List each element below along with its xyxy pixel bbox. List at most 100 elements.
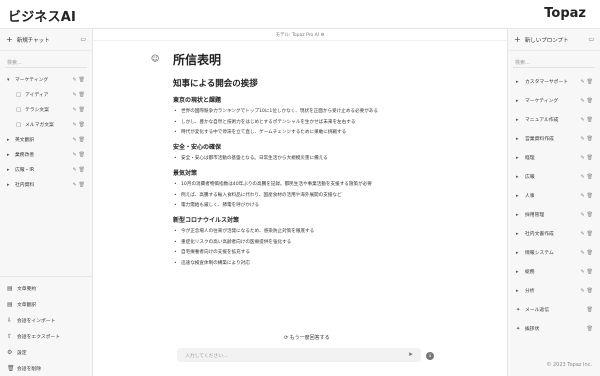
prompt-folder[interactable]: ▸ 経理 ✎🗑 — [508, 148, 600, 167]
settings-button[interactable]: ⚙ 設定 — [0, 344, 92, 360]
message-title: 所信表明 — [173, 53, 222, 67]
prompt-folder[interactable]: ▸ 社内文書作成 ✎🗑 — [508, 224, 600, 243]
document-icon: ▤ — [7, 284, 13, 292]
chevron-right-icon: ▸ — [516, 287, 519, 294]
import-icon: ⇩ — [7, 316, 13, 324]
prompt-folder[interactable]: ▸ 情報システム ✎🗑 — [508, 243, 600, 262]
bullet-list: 世界の国際競争力ランキングでトップ10に1位しかなく、現状を正面から受け止める必… — [173, 108, 423, 136]
prompt-folder[interactable]: ▸ マーケティング ✎🗑 — [508, 91, 600, 110]
left-sidebar: + 新規チャット ▭ 検索... ▾ マーケティング ✎🗑 ▢ アイディア ✎🗑… — [0, 29, 93, 376]
list-item: 自宅療養者向けの支援を拡充する — [173, 249, 423, 256]
list-item: 迅速な検査体制の構築により対応 — [173, 260, 423, 267]
folder-marketing[interactable]: ▾ マーケティング ✎🗑 — [0, 72, 92, 87]
edit-delete-icons[interactable]: ✎🗑 — [72, 77, 87, 83]
document-icon: ▤ — [7, 300, 13, 308]
chevron-right-icon: ▸ — [516, 97, 519, 104]
right-sidebar: + 新しいプロンプト ▭ 検索... ▸ カスタマーサポート ✎🗑 ▸ マーケティング… — [507, 29, 600, 376]
chevron-right-icon: ▸ — [7, 181, 10, 188]
prompt-template[interactable]: ✦ メール返信 🗑 — [508, 300, 600, 319]
app-brand: ビジネスAI — [8, 10, 77, 25]
list-item: 安全・安心は都市活動の基盤となる。日常生活から大規模災害に備える — [173, 155, 423, 162]
prompt-folder[interactable]: ▸ 採用管理 ✎🗑 — [508, 205, 600, 224]
chevron-right-icon: ▸ — [516, 135, 519, 142]
folder-add-icon[interactable]: ▭ — [588, 36, 594, 43]
chevron-right-icon: ▸ — [516, 154, 519, 161]
prompt-folder[interactable]: ▸ 広報 ✎🗑 — [508, 167, 600, 186]
message-input[interactable]: 入力してください... ➤ — [177, 348, 421, 362]
gear-icon[interactable]: ⚙ — [320, 33, 324, 38]
chat-item[interactable]: ▢ アイディア ✎🗑 — [0, 87, 92, 102]
refresh-icon: ⟳ — [284, 335, 289, 341]
folder-item[interactable]: ▸ 社内資料 ✎🗑 — [0, 177, 92, 192]
translate-button[interactable]: ▤ 文章翻訳 — [0, 296, 92, 312]
plus-icon: + — [514, 35, 521, 44]
prompt-folder[interactable]: ▸ カスタマーサポート ✎🗑 — [508, 72, 600, 91]
list-item: 今が正念場人の往来が活発になるため、感染防止対策を徹底する — [173, 228, 423, 235]
chat-item[interactable]: ▢ テラシ文案 ✎🗑 — [0, 102, 92, 117]
chevron-right-icon: ▸ — [7, 136, 10, 143]
folder-add-icon[interactable]: ▭ — [80, 36, 86, 43]
trash-icon: 🗑 — [7, 364, 15, 372]
section-heading: 東京の現状と課題 — [173, 97, 222, 104]
list-item: 世界の国際競争力ランキングでトップ10に1位しかなく、現状を正面から受け止める必… — [173, 108, 423, 115]
list-item: 10月の消費者物価指数は40年ぶりの高騰を記録。都民生活や事業活動を支援する施策… — [173, 181, 423, 188]
chat-icon: ▢ — [16, 121, 22, 128]
copyright-text: © 2023 Topaz Inc. — [546, 362, 592, 368]
prompt-search-input[interactable]: 検索... — [513, 56, 595, 68]
prompt-template[interactable]: ✦ 挨拶状 🗑 — [508, 319, 600, 338]
scroll-down-button[interactable]: ↓ — [426, 352, 434, 360]
bullet-list: 今が正念場人の往来が活発になるため、感染防止対策を徹底する 重症化リスクの高い高… — [173, 228, 423, 267]
model-selector[interactable]: モデル: Topaz Pro AI ⚙ — [93, 29, 507, 41]
clear-conversations-button[interactable]: 🗑 会話を削除 — [0, 360, 92, 376]
prompt-folder[interactable]: ▸ 人事 ✎🗑 — [508, 186, 600, 205]
prompt-folder[interactable]: ▸ 分析 ✎🗑 — [508, 281, 600, 300]
assistant-message: ☺ 所信表明 知事による開会の挨拶 東京の現状と課題 世界の国際競争力ランキング… — [151, 51, 423, 270]
chevron-right-icon: ▸ — [516, 249, 519, 256]
prompt-folder[interactable]: ▸ 営業資料作成 ✎🗑 — [508, 129, 600, 148]
prompt-folder[interactable]: ▸ 総務 ✎🗑 — [508, 262, 600, 281]
chevron-right-icon: ▸ — [516, 268, 519, 275]
list-item: 時代が変化する中で停滞を立て直し、ゲームチェンジするために果敢に挑戦する — [173, 129, 423, 136]
folder-item[interactable]: ▸ 業務改善 ✎🗑 — [0, 147, 92, 162]
folder-item[interactable]: ▸ 英文翻訳 ✎🗑 — [0, 132, 92, 147]
chevron-right-icon: ▸ — [516, 192, 519, 199]
export-button[interactable]: ⇧ 会話をエクスポート — [0, 328, 92, 344]
chevron-right-icon: ▸ — [516, 78, 519, 85]
chevron-right-icon: ▸ — [516, 116, 519, 123]
message-subtitle: 知事による開会の挨拶 — [173, 79, 258, 89]
chat-search-input[interactable]: 検索... — [5, 56, 87, 68]
bulb-icon: ✦ — [516, 306, 521, 313]
top-bar: ビジネスAI Topaz — [0, 0, 600, 29]
bulb-icon: ✦ — [516, 325, 521, 332]
import-button[interactable]: ⇩ 会話をインポート — [0, 312, 92, 328]
bullet-list: 10月の消費者物価指数は40年ぶりの高騰を記録。都民生活や事業活動を支援する施策… — [173, 181, 423, 209]
section-heading: 安全・安心の確保 — [173, 144, 222, 151]
chat-icon: ▢ — [16, 106, 22, 113]
chevron-right-icon: ▸ — [516, 230, 519, 237]
chevron-right-icon: ▸ — [516, 211, 519, 218]
list-item: しかし、豊かな自然と技術力をはじめとするポテンシャルを生かせば未来を左右する — [173, 119, 423, 126]
new-chat-button[interactable]: + 新規チャット ▭ — [0, 29, 92, 51]
sidebar-footer: ▤ 文章要約 ▤ 文章翻訳 ⇩ 会話をインポート ⇧ 会話をエクスポート ⚙ 設定 🗑 会話… — [0, 276, 92, 376]
chat-main: モデル: Topaz Pro AI ⚙ ☺ 所信表明 知事による開会の挨拶 東京… — [93, 29, 507, 376]
chat-icon: ▢ — [16, 91, 22, 98]
section-heading: 景気対策 — [173, 170, 198, 177]
regenerate-button[interactable]: ⟳ もう一度回答する — [280, 333, 334, 342]
send-icon[interactable]: ➤ — [408, 351, 413, 358]
chevron-down-icon: ▾ — [7, 76, 10, 83]
new-prompt-button[interactable]: + 新しいプロンプト ▭ — [508, 29, 600, 51]
chat-item[interactable]: ▢ メルマガ文案 ✎🗑 — [0, 117, 92, 132]
bullet-list: 安全・安心は都市活動の基盤となる。日常生活から大規模災害に備える — [173, 155, 423, 162]
section-heading: 新型コロナウイルス対策 — [173, 217, 240, 224]
chevron-right-icon: ▸ — [7, 166, 10, 173]
folder-item[interactable]: ▸ 広報・IR ✎🗑 — [0, 162, 92, 177]
summarize-button[interactable]: ▤ 文章要約 — [0, 280, 92, 296]
prompt-folder[interactable]: ▸ マニュアル作成 ✎🗑 — [508, 110, 600, 129]
chevron-right-icon: ▸ — [7, 151, 10, 158]
company-logo: Topaz — [544, 6, 586, 21]
robot-icon: ☺ — [151, 54, 160, 63]
list-item: 例えば、高騰する輸入食料品に代わり、国産食材の活用や海外展開の支援など — [173, 192, 423, 199]
list-item: 電力需給も厳しく、節電を呼びかける — [173, 202, 423, 209]
plus-icon: + — [6, 35, 13, 44]
list-item: 重症化リスクの高い高齢者向けの医療提供を強化する — [173, 239, 423, 246]
